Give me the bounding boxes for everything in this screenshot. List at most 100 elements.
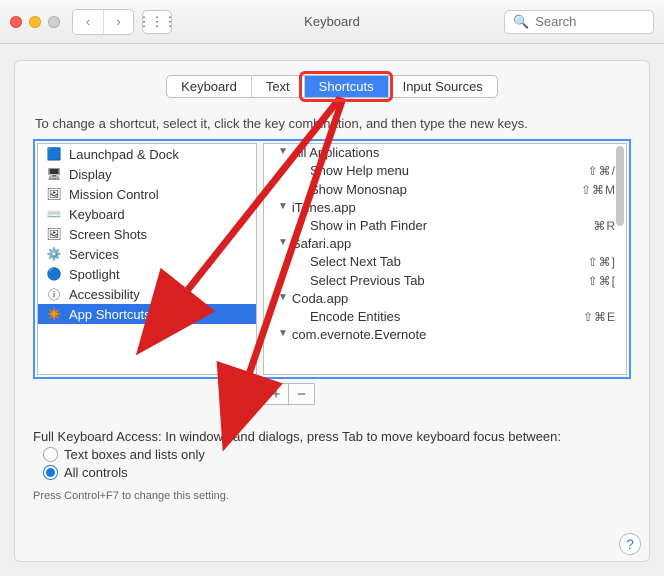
group-name: Safari.app [292, 236, 351, 251]
group-name: iTunes.app [292, 200, 356, 215]
add-button[interactable]: + [263, 383, 289, 405]
category-launchpad-dock[interactable]: 🟦 Launchpad & Dock [38, 144, 256, 164]
plus-icon: + [272, 386, 281, 403]
shortcut-item[interactable]: Select Next Tab⇧⌘] [264, 252, 626, 271]
services-icon: ⚙️ [46, 246, 62, 262]
radio-label: All controls [64, 465, 128, 480]
category-list[interactable]: 🟦 Launchpad & Dock 🖥 Display 🖼 Mission Contro… [37, 143, 257, 375]
shortcut-keys[interactable]: ⇧⌘/ [588, 164, 616, 178]
category-label: Accessibility [69, 287, 140, 302]
tab-text[interactable]: Text [251, 76, 304, 97]
radio-button[interactable] [43, 465, 58, 480]
shortcut-label: Show Monosnap [310, 182, 407, 197]
category-label: Spotlight [69, 267, 120, 282]
shortcut-keys[interactable]: ⇧⌘] [588, 255, 616, 269]
disclosure-triangle-icon[interactable]: ▼ [278, 201, 288, 212]
display-icon: 🖥 [46, 166, 62, 182]
chevron-left-icon: ‹ [86, 14, 90, 29]
add-remove-buttons: + − [263, 383, 631, 405]
shortcut-label: Show Help menu [310, 163, 409, 178]
shortcut-keys[interactable]: ⇧⌘M [581, 183, 616, 197]
minimize-window[interactable] [29, 16, 41, 28]
category-label: Keyboard [69, 207, 125, 222]
tabs: KeyboardTextShortcutsInput Sources [33, 75, 631, 98]
tab-keyboard[interactable]: Keyboard [167, 76, 251, 97]
shortcut-group[interactable]: ▼ iTunes.app [264, 199, 626, 216]
window-controls [10, 16, 60, 28]
category-app-shortcuts[interactable]: ✴️ App Shortcuts [38, 304, 256, 324]
group-name: Coda.app [292, 291, 348, 306]
launchpad-icon: 🟦 [46, 146, 62, 162]
group-name: All Applications [292, 145, 379, 160]
shortcut-item[interactable]: Select Previous Tab ⇧⌘[ [264, 271, 626, 290]
remove-button[interactable]: − [289, 383, 315, 405]
fka-option[interactable]: Text boxes and lists only [43, 447, 631, 462]
tab-inputsources[interactable]: Input Sources [388, 76, 497, 97]
minus-icon: − [297, 386, 306, 403]
forward-button[interactable]: › [103, 10, 133, 34]
category-label: Launchpad & Dock [69, 147, 179, 162]
category-label: Mission Control [69, 187, 159, 202]
shortcut-group[interactable]: ▼ All Applications [264, 144, 626, 161]
scrollbar[interactable] [616, 146, 624, 372]
zoom-window[interactable] [48, 16, 60, 28]
radio-button[interactable] [43, 447, 58, 462]
search-input[interactable] [535, 14, 645, 29]
show-all-button[interactable]: ⋮⋮⋮ [142, 10, 172, 34]
tab-shortcuts[interactable]: Shortcuts [304, 76, 388, 97]
category-keyboard[interactable]: ⌨️ Keyboard [38, 204, 256, 224]
fka-option[interactable]: All controls [43, 465, 631, 480]
disclosure-triangle-icon[interactable]: ▼ [278, 237, 288, 248]
shortcuts-split: 🟦 Launchpad & Dock 🖥 Display 🖼 Mission Contro… [33, 139, 631, 379]
grid-icon: ⋮⋮⋮ [138, 14, 177, 30]
shortcut-group[interactable]: ▼ Safari.app [264, 235, 626, 252]
disclosure-triangle-icon[interactable]: ▼ [278, 146, 288, 157]
search-field[interactable]: 🔍 [504, 10, 654, 34]
keyboard-icon: ⌨️ [46, 206, 62, 222]
nav-buttons: ‹ › [72, 9, 134, 35]
category-spotlight[interactable]: 🔵 Spotlight [38, 264, 256, 284]
category-screen-shots[interactable]: 🖼 Screen Shots [38, 224, 256, 244]
shortcut-label: Encode Entities [310, 309, 400, 324]
app-shortcuts-icon: ✴️ [46, 306, 62, 322]
category-label: Display [69, 167, 112, 182]
screenshots-icon: 🖼 [46, 226, 62, 242]
search-icon: 🔍 [513, 14, 529, 30]
fka-label: Full Keyboard Access: In windows and dia… [33, 429, 631, 444]
group-name: com.evernote.Evernote [292, 327, 426, 342]
accessibility-icon: ⓘ [46, 286, 62, 302]
category-display[interactable]: 🖥 Display [38, 164, 256, 184]
shortcut-item[interactable]: Show Help menu ⇧⌘/ [264, 161, 626, 180]
category-label: Services [69, 247, 119, 262]
shortcut-group[interactable]: ▼ Coda.app [264, 290, 626, 307]
help-button[interactable]: ? [619, 533, 641, 555]
content-pane: KeyboardTextShortcutsInput Sources To ch… [14, 60, 650, 562]
shortcut-label: Show in Path Finder [310, 218, 427, 233]
category-mission-control[interactable]: 🖼 Mission Control [38, 184, 256, 204]
help-icon: ? [626, 536, 634, 552]
disclosure-triangle-icon[interactable]: ▼ [278, 292, 288, 303]
back-button[interactable]: ‹ [73, 10, 103, 34]
full-keyboard-access: Full Keyboard Access: In windows and dia… [33, 429, 631, 502]
shortcut-item[interactable]: Encode Entities ⇧⌘E [264, 307, 626, 326]
radio-label: Text boxes and lists only [64, 447, 205, 462]
shortcut-label: Select Previous Tab [310, 273, 425, 288]
shortcut-list[interactable]: ▼ All Applications Show Help menu ⇧⌘/ Show M… [263, 143, 627, 375]
instruction-text: To change a shortcut, select it, click t… [35, 116, 631, 131]
shortcut-keys[interactable]: ⇧⌘[ [588, 274, 616, 288]
shortcut-group[interactable]: ▼ com.evernote.Evernote [264, 326, 626, 343]
category-label: App Shortcuts [69, 307, 151, 322]
shortcut-keys[interactable]: ⇧⌘E [583, 310, 616, 324]
category-accessibility[interactable]: ⓘ Accessibility [38, 284, 256, 304]
disclosure-triangle-icon[interactable]: ▼ [278, 328, 288, 339]
shortcut-item[interactable]: Show Monosnap ⇧⌘M [264, 180, 626, 199]
mission-control-icon: 🖼 [46, 186, 62, 202]
shortcut-keys[interactable]: ⌘R [593, 219, 616, 233]
close-window[interactable] [10, 16, 22, 28]
spotlight-icon: 🔵 [46, 266, 62, 282]
fka-hint: Press Control+F7 to change this setting. [33, 490, 631, 502]
category-label: Screen Shots [69, 227, 147, 242]
category-services[interactable]: ⚙️ Services [38, 244, 256, 264]
scroll-thumb[interactable] [616, 146, 624, 226]
shortcut-item[interactable]: Show in Path Finder ⌘R [264, 216, 626, 235]
